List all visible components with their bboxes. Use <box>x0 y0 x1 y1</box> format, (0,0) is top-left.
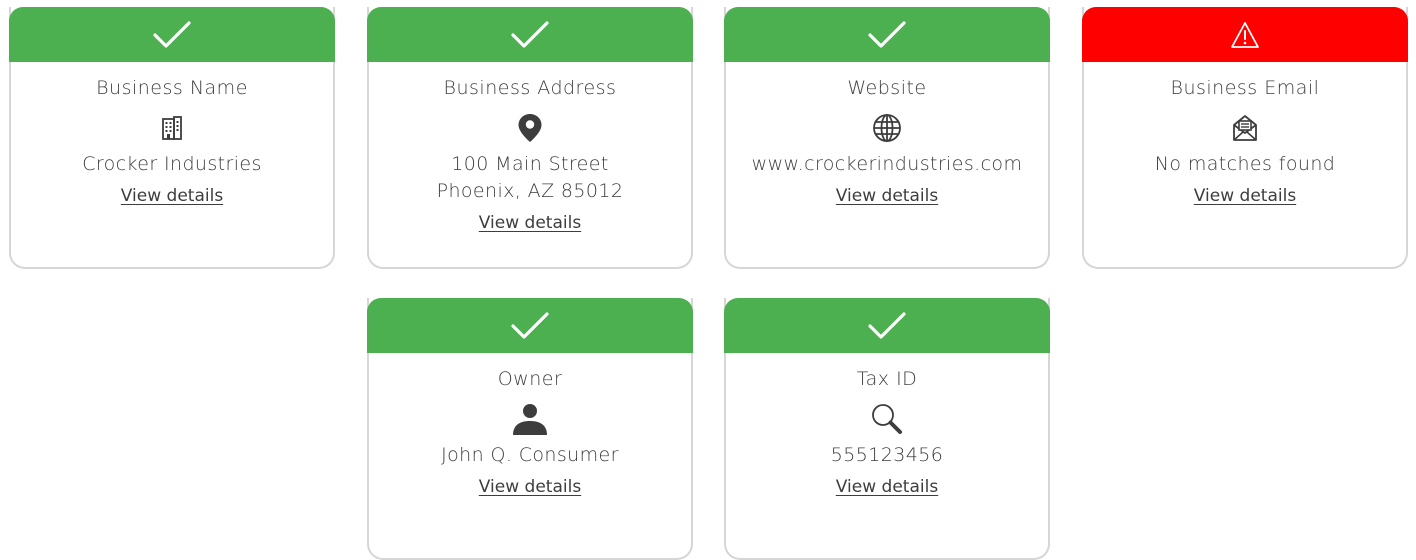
check-icon <box>868 20 906 48</box>
globe-icon <box>867 111 907 145</box>
card-label: Website <box>847 77 927 99</box>
status-header-success <box>367 7 693 62</box>
tax-id-card: Tax ID 555123456 View details <box>724 298 1050 560</box>
warning-icon <box>1231 21 1259 48</box>
status-header-success <box>367 298 693 353</box>
envelope-icon <box>1225 111 1265 145</box>
status-header-success <box>9 7 335 62</box>
view-details-link[interactable]: View details <box>1194 186 1296 206</box>
card-value: No matches found <box>1154 153 1336 175</box>
check-icon <box>511 311 549 339</box>
building-icon <box>152 111 192 145</box>
business-address-card: Business Address 100 Main Street Phoenix… <box>367 7 693 269</box>
card-value: John Q. Consumer <box>441 444 619 466</box>
card-label: Business Email <box>1170 77 1320 99</box>
person-icon <box>510 402 550 436</box>
map-pin-icon <box>510 111 550 145</box>
view-details-link[interactable]: View details <box>836 477 938 497</box>
status-header-success <box>724 298 1050 353</box>
view-details-link[interactable]: View details <box>479 213 581 233</box>
view-details-link[interactable]: View details <box>121 186 223 206</box>
card-label: Business Address <box>443 77 617 99</box>
check-icon <box>153 20 191 48</box>
owner-card: Owner John Q. Consumer View details <box>367 298 693 560</box>
card-value-line-2: Phoenix, AZ 85012 <box>436 180 624 202</box>
check-icon <box>511 20 549 48</box>
magnifier-icon <box>867 402 907 436</box>
card-label: Owner <box>497 368 563 390</box>
card-label: Tax ID <box>856 368 918 390</box>
card-value: www.crockerindustries.com <box>751 153 1023 175</box>
view-details-link[interactable]: View details <box>836 186 938 206</box>
card-label: Business Name <box>96 77 248 99</box>
view-details-link[interactable]: View details <box>479 477 581 497</box>
card-value-line-1: 100 Main Street <box>451 153 609 175</box>
card-value: 555123456 <box>830 444 944 466</box>
business-name-card: Business Name Crocker Industries View de… <box>9 7 335 269</box>
status-header-error <box>1082 7 1408 62</box>
check-icon <box>868 311 906 339</box>
card-value: Crocker Industries <box>82 153 262 175</box>
business-email-card: Business Email No matches found View det… <box>1082 7 1408 269</box>
website-card: Website www.crockerindustries.com View d… <box>724 7 1050 269</box>
status-header-success <box>724 7 1050 62</box>
